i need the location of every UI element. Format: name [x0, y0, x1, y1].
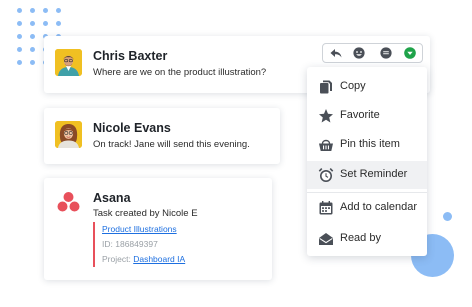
menu-item-favorite[interactable]: Favorite [307, 102, 427, 130]
menu-item-add-to-calendar[interactable]: Add to calendar [307, 194, 427, 222]
message-text: On track! Jane will send this evening. [93, 139, 250, 150]
menu-item-read-by[interactable]: Read by [307, 225, 427, 253]
message-text: Where are we on the product illustration… [93, 67, 267, 78]
message-card-asana[interactable]: Asana Task created by Nicole E Product I… [44, 178, 272, 280]
menu-item-set-reminder[interactable]: Set Reminder [307, 161, 427, 189]
envelope-open-icon [318, 231, 334, 247]
menu-item-label: Favorite [340, 109, 380, 121]
pin-basket-icon [318, 137, 334, 153]
sender-name: Nicole Evans [93, 121, 171, 135]
task-title-link[interactable]: Product Illustrations [102, 222, 185, 237]
decorative-dot [17, 21, 22, 26]
menu-item-copy[interactable]: Copy [307, 73, 427, 101]
task-attachment: Product Illustrations ID: 186849397 Proj… [93, 222, 185, 267]
message-text: Task created by Nicole E [93, 208, 198, 219]
menu-item-label: Copy [340, 80, 366, 92]
task-project-label: Project: [102, 254, 131, 264]
avatar[interactable] [55, 121, 82, 148]
decorative-small-circle [443, 212, 452, 221]
calendar-icon [318, 200, 334, 216]
menu-item-label: Set Reminder [340, 168, 408, 180]
menu-item-label: Pin this item [340, 138, 400, 150]
more-dropdown-icon[interactable] [403, 46, 417, 60]
decorative-dot [56, 8, 61, 13]
comment-icon[interactable] [379, 46, 393, 60]
message-context-menu: Copy Favorite Pin this item Set Reminder… [307, 67, 427, 256]
sender-name: Asana [93, 191, 131, 205]
decorative-dot [43, 8, 48, 13]
star-icon [318, 108, 334, 124]
copy-icon [318, 79, 334, 95]
avatar[interactable] [55, 49, 82, 76]
decorative-dot [30, 21, 35, 26]
menu-item-label: Add to calendar [340, 201, 418, 213]
asana-logo-icon [55, 189, 82, 216]
decorative-dot [30, 34, 35, 39]
alarm-clock-icon [318, 167, 334, 183]
task-id: ID: 186849397 [102, 237, 185, 252]
decorative-dot [17, 8, 22, 13]
decorative-dot [17, 60, 22, 65]
decorative-dot [56, 21, 61, 26]
decorative-dot [30, 60, 35, 65]
task-project: Project: Dashboard IA [102, 252, 185, 267]
menu-divider [307, 192, 427, 193]
task-project-link[interactable]: Dashboard IA [133, 254, 185, 264]
decorative-dot [30, 47, 35, 52]
decorative-dot [30, 8, 35, 13]
task-id-value: 186849397 [115, 239, 158, 249]
menu-item-pin[interactable]: Pin this item [307, 131, 427, 159]
sender-name: Chris Baxter [93, 49, 168, 63]
decorative-dot [43, 21, 48, 26]
menu-item-label: Read by [340, 232, 381, 244]
decorative-dot [17, 47, 22, 52]
task-id-label: ID: [102, 239, 113, 249]
message-actions-toolbar [322, 43, 423, 63]
message-card-nicole[interactable]: Nicole Evans On track! Jane will send th… [44, 108, 280, 164]
decorative-dot [17, 34, 22, 39]
emoji-icon[interactable] [352, 46, 366, 60]
reply-icon[interactable] [329, 46, 343, 60]
